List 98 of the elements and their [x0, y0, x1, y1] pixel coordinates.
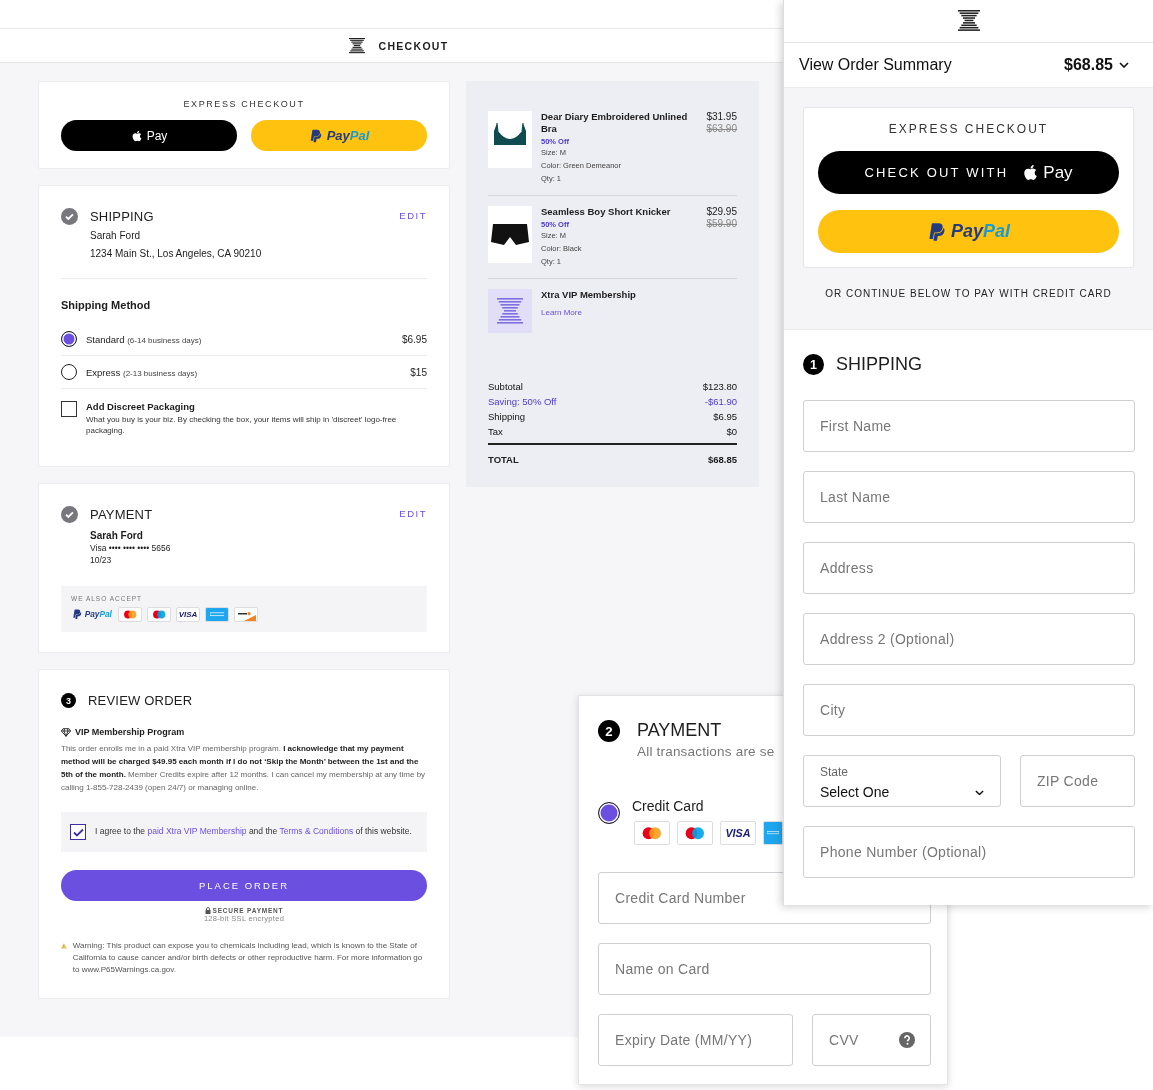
address-text: 1234 Main St., Los Angeles, CA 90210 — [90, 247, 263, 260]
card-brand-logo: VISA — [720, 821, 756, 845]
radio-button[interactable] — [598, 802, 620, 824]
warning-icon — [61, 940, 67, 952]
section-title: REVIEW ORDER — [88, 692, 193, 709]
logo — [488, 289, 532, 333]
input-field[interactable]: Last Name — [803, 471, 1135, 523]
card-number-text: Visa •••• •••• •••• 5656 — [90, 542, 172, 554]
card-brand-icon — [234, 607, 258, 622]
method-price: $15 — [410, 366, 427, 378]
edit-link[interactable]: EDIT — [399, 210, 427, 221]
apple-icon — [130, 129, 143, 142]
method-label: Credit Card — [632, 798, 705, 814]
learn-more-link[interactable]: Learn More — [541, 308, 737, 317]
order-summary-toggle[interactable]: View Order Summary $68.85 — [784, 43, 1153, 88]
item-name: Seamless Boy Short Knicker — [541, 206, 672, 218]
place-order-button[interactable]: PLACE ORDER — [61, 870, 427, 901]
apple-icon — [1022, 164, 1040, 181]
radio-button[interactable] — [61, 331, 77, 347]
chevron-down-icon — [1119, 62, 1129, 68]
lock-icon — [204, 907, 211, 914]
input-field[interactable]: Address — [803, 542, 1135, 594]
logo — [957, 9, 980, 33]
checkbox-description: What you buy is your biz. By checking the box, your items will ship in 'discreet' logo-free packaging. — [86, 414, 398, 436]
edit-link[interactable]: EDIT — [399, 508, 427, 519]
apple-pay-button[interactable]: Pay — [61, 120, 237, 151]
section-title: SHIPPING — [90, 208, 155, 225]
input-field[interactable]: Address 2 (Optional) — [803, 613, 1135, 665]
total-label: Tax — [488, 425, 503, 439]
total-value: -$61.90 — [704, 395, 737, 409]
method-price: $6.95 — [401, 333, 427, 345]
checkbox[interactable] — [70, 824, 86, 840]
input-field[interactable]: CVV — [812, 1014, 931, 1066]
input-field[interactable]: Expiry Date (MM/YY) — [598, 1014, 793, 1066]
paypal-button[interactable]: PayPal — [818, 210, 1119, 253]
card-brand-logo: VISA — [176, 607, 200, 622]
total-label: TOTAL — [488, 454, 519, 465]
input-field[interactable]: First Name — [803, 400, 1135, 452]
item-price: $31.95 — [706, 111, 737, 123]
section-title: EXPRESS CHECKOUT — [887, 122, 1050, 136]
total-value: $0 — [726, 425, 737, 439]
checkbox-label: Add Discreet Packaging — [86, 401, 196, 412]
original-price: $59.90 — [706, 218, 737, 229]
item-price: $29.95 — [706, 206, 737, 218]
chevron-down-icon — [975, 789, 984, 795]
terms-text: This order enrolls me in a paid Xtra VIP membership program. I acknowledge that my payment method will be charged $49.95 each month if I do not ‘Skip the Month’ between the 1st and the 5th of the month. Member Credits expire after 12 months. I can cancel my membership at any time by calling 1-855-728-2439 (open 24/7) or managing online. — [61, 743, 427, 794]
item-name: Xtra VIP Membership — [541, 289, 637, 301]
total-value: $6.95 — [713, 410, 737, 424]
apple-pay-button[interactable]: CHECK OUT WITH Pay — [818, 151, 1119, 194]
subsection-title: Shipping Method — [61, 299, 152, 311]
paypal-icon — [308, 128, 323, 143]
section-subtitle: All transactions are se — [637, 744, 775, 759]
section-title: PAYMENT — [90, 506, 154, 523]
warning-text: Warning: This product can expose you to chemicals including lead, which is known to the State of California to cause cancer and/or birth defects or other reproductive harm. For more information go to www.P65Warnings.ca.gov. — [72, 940, 424, 976]
input-field[interactable]: Phone Number (Optional) — [803, 826, 1135, 878]
step-badge: 1 — [803, 354, 824, 375]
input-field[interactable]: Name on Card — [598, 943, 931, 995]
logo — [348, 37, 365, 54]
check-icon — [72, 827, 84, 837]
vip-title: VIP Membership Program — [75, 727, 185, 737]
cardholder-name: Sarah Ford — [90, 529, 144, 542]
total-value: $68.85 — [707, 454, 737, 465]
card-brand-icon — [147, 607, 171, 622]
total-value: $123.80 — [702, 380, 737, 394]
method-label: Express (2-13 business days) — [86, 366, 199, 378]
check-circle-icon — [61, 208, 78, 225]
total-label: Subtotal — [488, 380, 523, 394]
section-title: EXPRESS CHECKOUT — [182, 99, 306, 109]
input-field[interactable]: ZIP Code — [1020, 755, 1135, 807]
step-badge: 2 — [598, 720, 620, 742]
page-title: CHECKOUT — [378, 39, 449, 52]
method-label: Standard (6-14 business days) — [86, 333, 203, 345]
customer-name: Sarah Ford — [90, 229, 142, 242]
card-expiry-text: 10/23 — [90, 554, 113, 566]
radio-button[interactable] — [61, 364, 77, 380]
total-label: Shipping — [488, 410, 525, 424]
diamond-icon — [61, 727, 71, 737]
card-brand-icon — [118, 607, 142, 622]
paypal-logo: PayPal — [71, 607, 113, 622]
card-brand-icon — [205, 607, 229, 622]
help-icon[interactable] — [899, 1032, 915, 1048]
paypal-button[interactable]: PayPal — [251, 120, 427, 151]
card-brand-icon — [677, 821, 713, 845]
continue-note: OR CONTINUE BELOW TO PAY WITH CREDIT CARD — [824, 288, 1113, 299]
section-title: SHIPPING — [836, 354, 923, 375]
state-select[interactable]: State Select One — [803, 755, 1001, 807]
item-name: Dear Diary Embroidered Unlined Bra — [541, 111, 689, 135]
checkbox[interactable] — [61, 401, 77, 417]
check-circle-icon — [61, 506, 78, 523]
input-field[interactable]: City — [803, 684, 1135, 736]
agreement-text: I agree to the paid Xtra VIP Membership and the Terms & Conditions of this website. — [95, 825, 412, 837]
card-brand-icon — [634, 821, 670, 845]
original-price: $63.90 — [706, 123, 737, 134]
section-title: PAYMENT — [637, 720, 722, 740]
step-badge: 3 — [61, 693, 76, 708]
total-label: Saving: 50% Off — [488, 395, 557, 409]
text-link[interactable]: Terms & Conditions — [279, 826, 354, 836]
text-link[interactable]: paid Xtra VIP Membership — [147, 826, 247, 836]
